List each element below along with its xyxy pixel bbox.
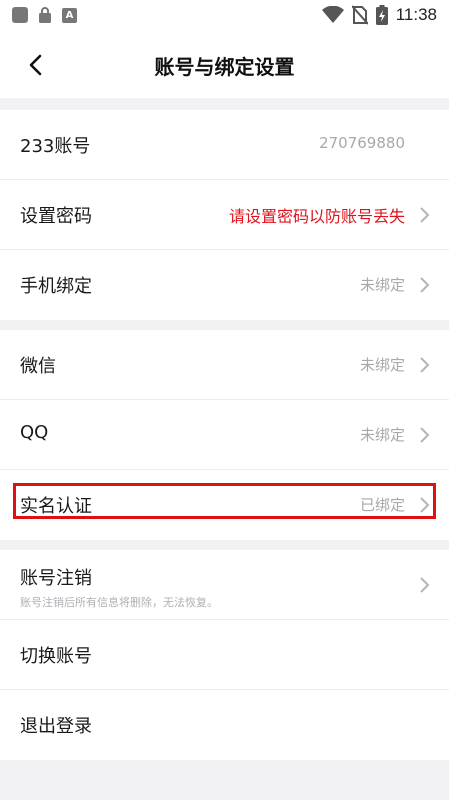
account-id-value: 270769880	[319, 134, 405, 152]
wifi-icon	[321, 6, 344, 23]
switch-account-row[interactable]: 切换账号	[0, 620, 449, 690]
lock-icon	[39, 7, 51, 23]
wechat-row[interactable]: 微信 未绑定	[0, 330, 449, 400]
chevron-right-icon	[420, 357, 430, 373]
phone-binding-status: 未绑定	[359, 276, 405, 294]
qq-row[interactable]: QQ 未绑定	[0, 400, 449, 470]
status-bar: A 11:38	[0, 0, 449, 32]
notification-square-icon	[12, 7, 28, 23]
real-name-verification-row[interactable]: 实名认证 已绑定	[0, 470, 449, 540]
chevron-right-icon	[420, 427, 430, 443]
row-label: 手机绑定	[20, 276, 92, 297]
chevron-right-icon	[420, 277, 430, 293]
delete-account-hint: 账号注销后所有信息将删除，无法恢复。	[20, 596, 218, 609]
row-label: 实名认证	[20, 496, 92, 517]
password-warning: 请设置密码以防账号丢失	[228, 207, 405, 226]
logout-row[interactable]: 退出登录	[0, 690, 449, 760]
phone-binding-row[interactable]: 手机绑定 未绑定	[0, 250, 449, 320]
binding-group: 微信 未绑定 QQ 未绑定 实名认证 已绑定	[0, 330, 449, 540]
account-actions-group: 账号注销 账号注销后所有信息将删除，无法恢复。 切换账号 退出登录	[0, 550, 449, 760]
no-sim-icon	[351, 5, 368, 25]
a-app-icon: A	[62, 7, 77, 23]
row-label: 设置密码	[20, 206, 92, 227]
chevron-right-icon	[420, 497, 430, 513]
chevron-right-icon	[420, 577, 430, 593]
qq-status: 未绑定	[359, 426, 405, 444]
row-label: QQ	[20, 422, 49, 443]
real-name-status: 已绑定	[359, 496, 405, 514]
row-label: 233账号	[20, 136, 91, 157]
row-label: 切换账号	[20, 646, 92, 667]
battery-charging-icon	[375, 5, 388, 25]
wechat-status: 未绑定	[359, 356, 405, 374]
row-label: 账号注销	[20, 568, 92, 589]
nav-bar: 账号与绑定设置	[0, 32, 449, 98]
page-title: 账号与绑定设置	[154, 55, 295, 79]
status-time: 11:38	[395, 5, 437, 24]
chevron-right-icon	[420, 207, 430, 223]
account-group: 233账号 270769880 设置密码 请设置密码以防账号丢失 手机绑定 未绑…	[0, 110, 449, 320]
set-password-row[interactable]: 设置密码 请设置密码以防账号丢失	[0, 180, 449, 250]
account-id-row: 233账号 270769880	[0, 110, 449, 180]
delete-account-row[interactable]: 账号注销 账号注销后所有信息将删除，无法恢复。	[0, 550, 449, 620]
row-label: 微信	[20, 356, 56, 377]
row-label: 退出登录	[20, 716, 92, 737]
